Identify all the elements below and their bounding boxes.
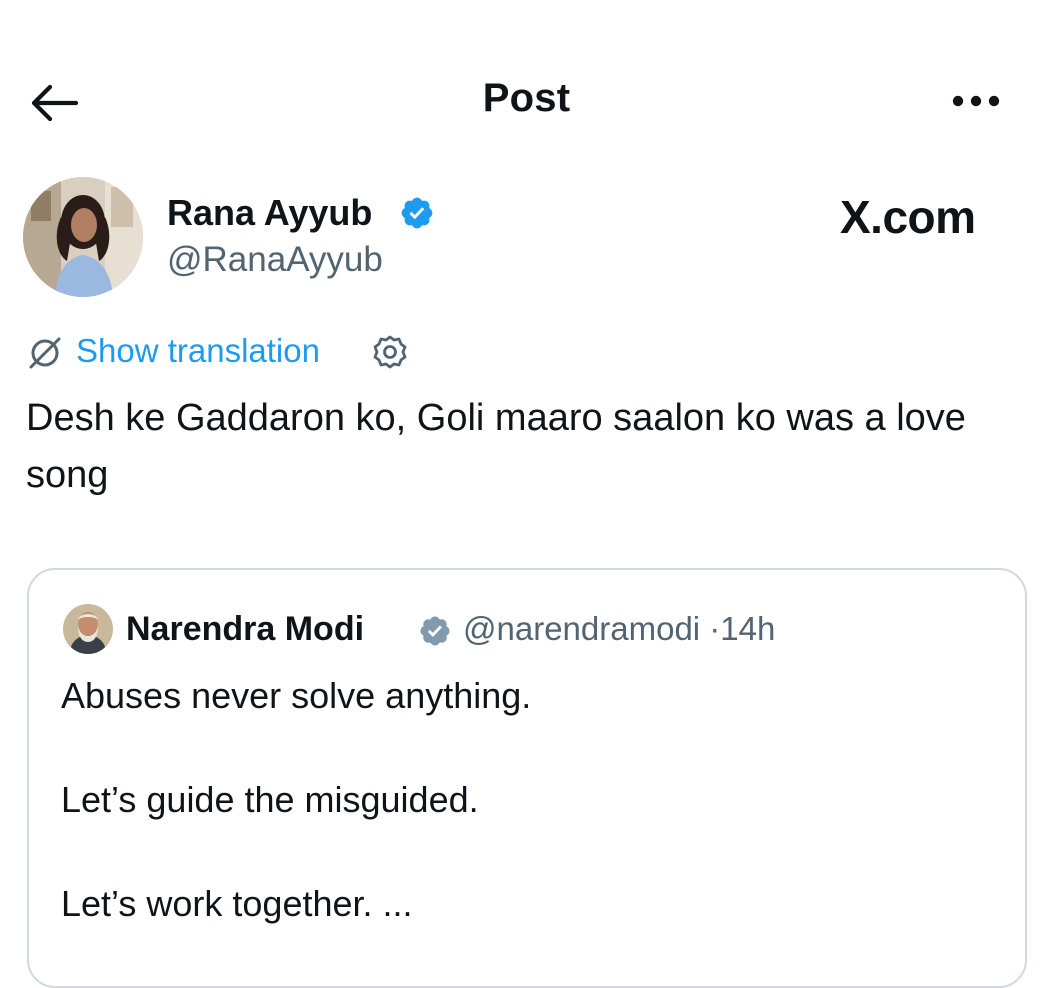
meta-separator: · xyxy=(709,610,721,647)
quoted-author-name: Narendra Modi xyxy=(126,610,365,648)
author-name[interactable]: Rana Ayyub xyxy=(167,192,372,234)
verified-badge-icon xyxy=(401,197,433,229)
verified-gray-badge-icon xyxy=(420,616,450,646)
quoted-author-handle: @narendramodi xyxy=(463,610,701,647)
translate-icon xyxy=(29,337,61,369)
quoted-paragraph: Abuses never solve anything. xyxy=(61,675,532,716)
top-bar: Post xyxy=(0,62,1053,142)
post-text: Desh ke Gaddaron ko, Goli maaro saalon k… xyxy=(26,397,966,496)
ellipsis-icon xyxy=(952,95,1000,107)
watermark: X.com xyxy=(840,191,976,243)
quoted-post-text: Abuses never solve anything. Let’s guide… xyxy=(61,670,1001,982)
show-translation-link[interactable]: Show translation xyxy=(76,332,320,370)
quoted-paragraph: Let’s work together. ... xyxy=(61,883,413,924)
quoted-post-card[interactable]: Narendra Modi @narendramodi ·14h Abuses … xyxy=(27,568,1027,988)
author-handle[interactable]: @RanaAyyub xyxy=(167,240,383,280)
translation-row: Show translation xyxy=(26,330,446,374)
quoted-post-meta: @narendramodi ·14h xyxy=(463,610,775,648)
author-avatar[interactable] xyxy=(23,177,143,297)
post-author: Rana Ayyub @RanaAyyub X.com xyxy=(0,176,1053,301)
quoted-paragraph: Let’s guide the misguided. xyxy=(61,779,479,820)
page-title: Post xyxy=(482,76,571,120)
quoted-author-avatar[interactable] xyxy=(63,604,113,654)
more-options-button[interactable] xyxy=(946,86,1006,116)
gear-icon[interactable] xyxy=(372,334,408,370)
post-timestamp: 14h xyxy=(720,610,776,647)
